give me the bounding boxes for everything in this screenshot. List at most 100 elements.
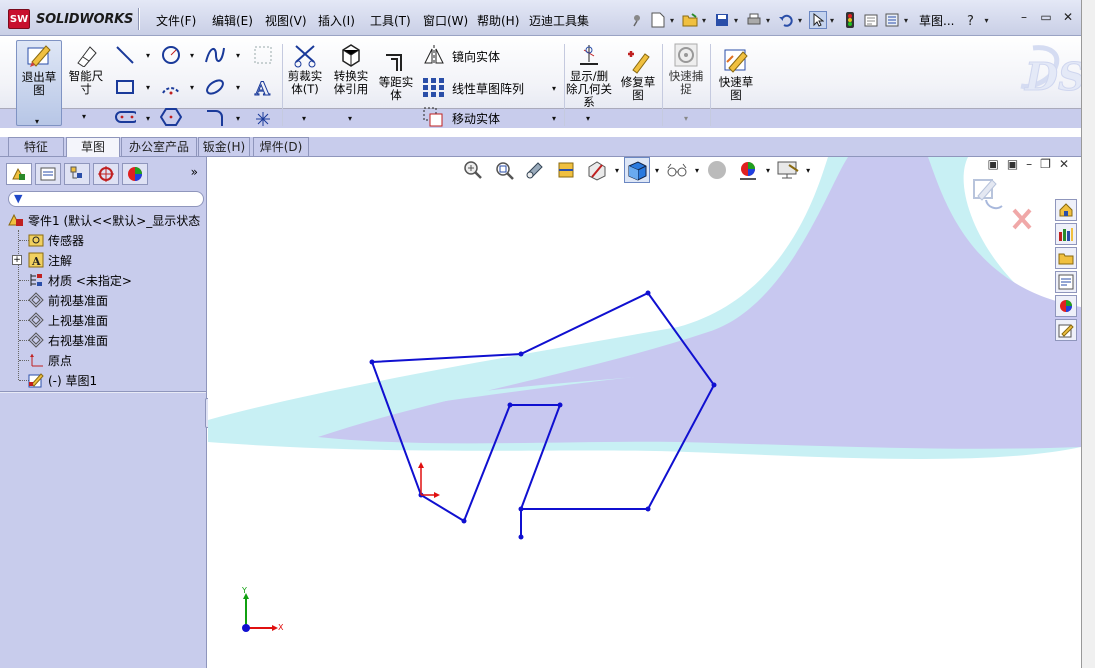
minimize-icon[interactable]: – [1017, 10, 1031, 24]
solidworks-resources-icon[interactable] [1055, 199, 1077, 221]
move-entities-button[interactable]: 移动实体 [422, 106, 500, 131]
fillet-tool-icon[interactable] [204, 106, 226, 128]
tree-item-material[interactable]: 材质 <未指定> [28, 270, 132, 290]
custom-properties-icon[interactable] [1055, 319, 1077, 341]
convert-entities-button[interactable]: 转换实体引用 [330, 42, 372, 96]
menu-edit[interactable]: 编辑(E) [206, 12, 259, 29]
zoom-to-fit-icon[interactable] [460, 157, 486, 183]
apply-scene-icon[interactable] [735, 157, 761, 183]
quick-snaps-button[interactable]: 快速捕捉 [666, 42, 706, 96]
circle-tool-icon[interactable] [160, 44, 182, 66]
tree-item-front-plane[interactable]: 前视基准面 [28, 290, 108, 310]
new-document-icon[interactable] [649, 11, 667, 29]
viewport-canvas[interactable] [208, 157, 1081, 668]
sketch-vertex[interactable] [711, 382, 717, 388]
help-icon[interactable]: ? [963, 11, 981, 29]
polygon-tool-icon[interactable] [160, 106, 182, 128]
view-orientation-icon[interactable] [584, 157, 610, 183]
print-icon[interactable] [745, 11, 763, 29]
tab-office-products[interactable]: 办公室产品 [121, 137, 197, 156]
menu-maidi-tools[interactable]: 迈迪工具集 [523, 12, 599, 29]
display-manager-tab-icon[interactable] [122, 163, 148, 185]
menu-tools[interactable]: 工具(T) [364, 12, 417, 29]
sketch-vertex[interactable] [507, 402, 513, 408]
display-style-icon[interactable] [624, 157, 651, 183]
sketch-origin-icon[interactable] [418, 462, 440, 498]
tab-features[interactable]: 特征 [8, 137, 64, 156]
convert-group-dropdown-icon[interactable]: ▾ [348, 114, 352, 123]
viewport-icon[interactable]: ▣ [987, 157, 998, 171]
tree-root-part[interactable]: 零件1 (默认<<默认>_显示状态 [8, 210, 200, 230]
appearances-scenes-icon[interactable] [1055, 295, 1077, 317]
ellipse-tool-icon[interactable] [204, 76, 226, 98]
viewport-icon[interactable]: ▣ [1007, 157, 1018, 171]
tab-weldments[interactable]: 焊件(D) [253, 137, 309, 156]
sketch-vertex[interactable] [518, 534, 524, 540]
viewport-close-icon[interactable]: ✕ [1059, 157, 1069, 171]
repair-sketch-button[interactable]: 修复草图 [616, 48, 660, 102]
scene-dropdown-icon[interactable]: ▾ [766, 166, 770, 175]
zoom-to-area-icon[interactable] [491, 157, 517, 183]
viewport-restore-icon[interactable]: ❐ [1040, 157, 1051, 171]
close-icon[interactable]: ✕ [1061, 10, 1075, 24]
save-dropdown-icon[interactable]: ▾ [734, 16, 742, 25]
design-library-icon[interactable] [1055, 223, 1077, 245]
tree-item-top-plane[interactable]: 上视基准面 [28, 310, 108, 330]
line-tool-icon[interactable] [114, 44, 136, 66]
hide-show-dropdown-icon[interactable]: ▾ [695, 166, 699, 175]
move-dropdown-icon[interactable]: ▾ [552, 114, 556, 123]
exit-sketch-dropdown-icon[interactable]: ▾ [35, 115, 39, 128]
circle-dropdown-icon[interactable]: ▾ [190, 51, 194, 60]
open-folder-icon[interactable] [681, 11, 699, 29]
cancel-sketch-corner-icon[interactable] [1012, 208, 1032, 230]
linear-pattern-button[interactable]: 线性草图阵列 [422, 76, 524, 101]
select-pointer-icon[interactable] [809, 11, 827, 29]
graphics-area[interactable]: Y X ▾ ▾ ▾ ▾ ▾ ▣ ▣ – ❐ ✕ [208, 157, 1081, 668]
rapid-sketch-button[interactable]: 快速草图 [714, 48, 758, 102]
new-dropdown-icon[interactable]: ▾ [670, 16, 678, 25]
hide-show-items-icon[interactable] [664, 157, 690, 183]
print-dropdown-icon[interactable]: ▾ [766, 16, 774, 25]
rebuild-traffic-light-icon[interactable] [841, 11, 859, 29]
ellipse-dropdown-icon[interactable]: ▾ [236, 83, 240, 92]
sketch-vertex[interactable] [461, 518, 467, 524]
tree-item-right-plane[interactable]: 右视基准面 [28, 330, 108, 350]
expand-panel-icon[interactable]: » [191, 165, 198, 179]
view-settings-icon[interactable] [775, 157, 801, 183]
pin-icon[interactable] [628, 11, 646, 29]
panel-splitter[interactable] [0, 391, 206, 393]
spline-tool-icon[interactable] [204, 44, 226, 66]
sketch-vertex[interactable] [645, 506, 651, 512]
offset-entities-button[interactable]: 等距实体 [376, 48, 416, 102]
line-dropdown-icon[interactable]: ▾ [146, 51, 150, 60]
menu-file[interactable]: 文件(F) [150, 12, 206, 29]
viewport-minimize-icon[interactable]: – [1026, 157, 1032, 171]
arc-dropdown-icon[interactable]: ▾ [190, 83, 194, 92]
undo-dropdown-icon[interactable]: ▾ [798, 16, 806, 25]
tree-item-annotations[interactable]: + A 注解 [12, 250, 72, 270]
dimxpert-tab-icon[interactable] [93, 163, 119, 185]
fillet-dropdown-icon[interactable]: ▾ [236, 114, 240, 123]
spline-dropdown-icon[interactable]: ▾ [236, 51, 240, 60]
view-settings-dropdown-icon[interactable]: ▾ [806, 166, 810, 175]
sketch-vertex[interactable] [518, 506, 524, 512]
select-dropdown-icon[interactable]: ▾ [830, 16, 838, 25]
quick-snaps-dropdown-icon[interactable]: ▾ [684, 114, 688, 123]
smart-dimension-button[interactable]: 智能尺寸 [66, 42, 106, 96]
edit-appearance-icon[interactable] [704, 157, 730, 183]
save-icon[interactable] [713, 11, 731, 29]
restore-icon[interactable]: ▭ [1039, 10, 1053, 24]
view-orientation-dropdown-icon[interactable]: ▾ [615, 166, 619, 175]
section-view-icon[interactable] [553, 157, 579, 183]
tree-item-sensors[interactable]: 传感器 [28, 230, 84, 250]
sketch-vertex[interactable] [645, 290, 651, 296]
feature-tree-tab-icon[interactable] [6, 163, 32, 185]
smart-dimension-dropdown-icon[interactable]: ▾ [82, 112, 86, 121]
rectangle-dropdown-icon[interactable]: ▾ [146, 83, 150, 92]
tree-item-origin[interactable]: 原点 [28, 350, 72, 370]
slot-tool-icon[interactable] [114, 106, 136, 128]
menu-insert[interactable]: 插入(I) [312, 12, 364, 29]
tab-sketch[interactable]: 草图 [66, 137, 120, 158]
trim-group-dropdown-icon[interactable]: ▾ [302, 114, 306, 123]
menu-window[interactable]: 窗口(W) [417, 12, 471, 29]
